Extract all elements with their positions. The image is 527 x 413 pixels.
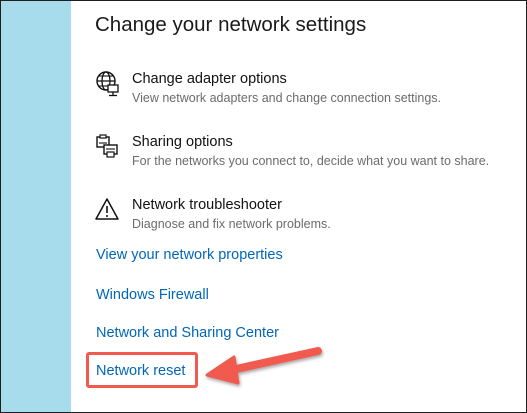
option-title: Sharing options bbox=[132, 134, 233, 150]
page-title: Change your network settings bbox=[95, 13, 367, 36]
option-change-adapter[interactable]: Change adapter options View network adap… bbox=[95, 71, 515, 111]
link-network-sharing-center[interactable]: Network and Sharing Center bbox=[96, 325, 279, 341]
left-sidebar-strip bbox=[1, 1, 71, 412]
option-title: Change adapter options bbox=[132, 71, 287, 87]
screenshot-frame: Change your network settings Change adap… bbox=[0, 0, 527, 413]
option-troubleshooter[interactable]: Network troubleshooter Diagnose and fix … bbox=[95, 197, 515, 237]
option-description: View network adapters and change connect… bbox=[132, 91, 441, 105]
option-sharing[interactable]: Sharing options For the networks you con… bbox=[95, 134, 515, 174]
sharing-printer-icon bbox=[95, 134, 121, 160]
network-settings-panel: Change your network settings Change adap… bbox=[71, 1, 526, 412]
link-windows-firewall[interactable]: Windows Firewall bbox=[96, 287, 209, 303]
option-description: Diagnose and fix network problems. bbox=[132, 217, 331, 231]
annotation-highlight-box bbox=[86, 352, 198, 388]
warning-triangle-icon bbox=[95, 197, 121, 223]
option-title: Network troubleshooter bbox=[132, 197, 282, 213]
link-view-network-properties[interactable]: View your network properties bbox=[96, 247, 283, 263]
option-description: For the networks you connect to, decide … bbox=[132, 154, 490, 168]
globe-adapter-icon bbox=[95, 71, 121, 97]
